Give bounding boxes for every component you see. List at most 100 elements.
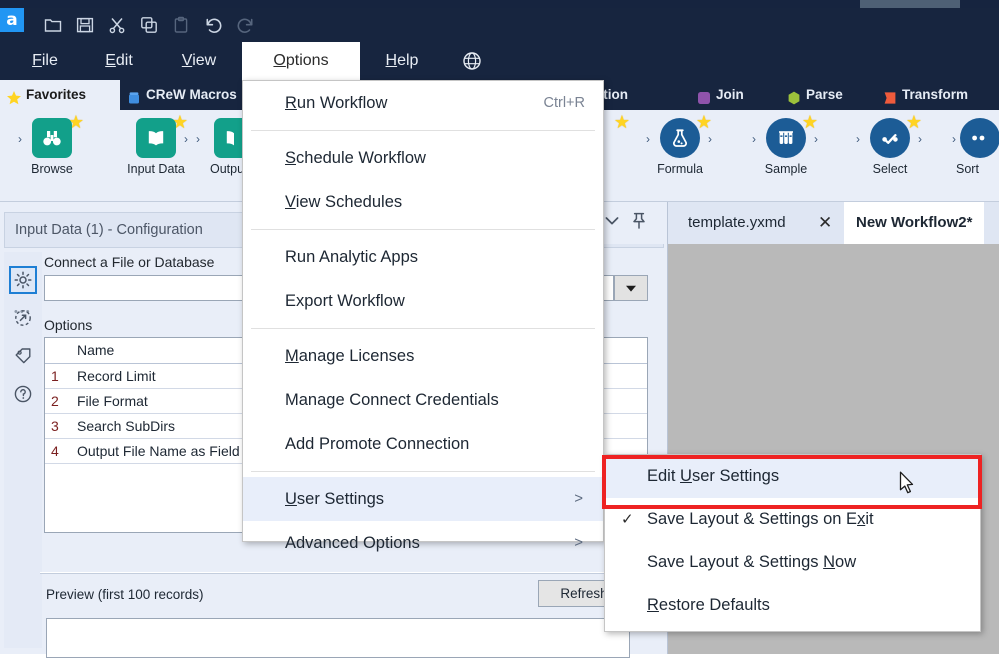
workflow-tab-new-workflow2[interactable]: New Workflow2* (844, 202, 984, 244)
save-icon[interactable] (72, 12, 98, 38)
chevron-right-icon: › (18, 132, 22, 146)
tool-sample-label: Sample (742, 162, 830, 176)
row-number: 2 (45, 388, 71, 413)
redo-icon[interactable] (232, 12, 258, 38)
copy-icon[interactable] (136, 12, 162, 38)
hexagon-icon (786, 87, 802, 103)
menu-item-user-settings-label: ser Settings (297, 490, 384, 508)
config-panel-iconbar: ••• (4, 252, 42, 648)
submenu-item-edit-user-settings-label: ser Settings (692, 467, 779, 485)
gear-icon[interactable] (9, 266, 37, 294)
submenu-item-save-layout-on-exit[interactable]: ✓ Save Layout & Settings on Exit (605, 498, 980, 541)
menu-bar: File Edit View Options Help (0, 42, 999, 80)
menu-item-user-settings[interactable]: User Settings > (243, 477, 603, 521)
paste-icon[interactable] (168, 12, 194, 38)
tool-select[interactable]: › › ★ Select (846, 118, 934, 176)
globe-icon[interactable] (452, 42, 492, 80)
row-number: 1 (45, 363, 71, 388)
preview-label: Preview (first 100 records) (46, 587, 204, 602)
chevron-right-icon-2: › (918, 132, 922, 146)
flask-icon (660, 118, 700, 158)
menu-help[interactable]: Help (366, 42, 438, 80)
undo-icon[interactable] (200, 12, 226, 38)
app-logo-icon: a (0, 8, 24, 32)
chevron-right-icon-2: › (708, 132, 712, 146)
binoculars-icon (32, 118, 72, 158)
menu-view[interactable]: View (164, 42, 234, 80)
tab-parse-label: Parse (806, 87, 843, 102)
workflow-tab-template[interactable]: template.yxmd (676, 202, 798, 244)
menu-item-run-analytic-apps[interactable]: Run Analytic Apps (243, 235, 603, 279)
tool-sample[interactable]: › › ★ Sample (742, 118, 830, 176)
menu-separator (251, 130, 595, 131)
pin-icon[interactable] (630, 211, 648, 236)
tab-transform[interactable]: Transform (876, 80, 999, 110)
tool-formula[interactable]: › › ★ Formula (636, 118, 724, 176)
menu-item-run-workflow[interactable]: Run Workflow Ctrl+R (243, 81, 603, 125)
menu-separator (251, 471, 595, 472)
connect-dropdown-button[interactable] (614, 275, 648, 301)
menu-item-run-analytic-apps-label: Run Analytic Apps (285, 248, 418, 266)
book-icon (136, 118, 176, 158)
chevron-right-icon: › (196, 132, 200, 146)
submenu-item-edit-user-settings[interactable]: Edit User Settings (605, 455, 980, 498)
chevron-right-icon: › (184, 132, 188, 146)
menu-item-manage-licenses[interactable]: Manage Licenses (243, 334, 603, 378)
preview-results-area[interactable] (46, 618, 630, 658)
run-arrow-icon[interactable] (9, 304, 37, 332)
chevron-right-icon: › (752, 132, 756, 146)
user-settings-submenu: Edit User Settings ✓ Save Layout & Setti… (604, 454, 981, 632)
menu-item-schedule-workflow-label: chedule Workflow (296, 149, 426, 167)
help-icon[interactable] (9, 380, 37, 408)
menu-item-add-promote-connection[interactable]: Add Promote Connection (243, 422, 603, 466)
tool-browse[interactable]: › ★ Browse (8, 118, 96, 176)
menu-item-view-schedules[interactable]: View Schedules (243, 180, 603, 224)
tool-input-data[interactable]: › ★ Input Data (112, 118, 200, 176)
chevron-down-icon[interactable] (604, 214, 620, 232)
menu-edit[interactable]: Edit (86, 42, 152, 80)
menu-separator (251, 229, 595, 230)
panel-header-controls (600, 202, 668, 244)
tool-browse-label: Browse (8, 162, 96, 176)
submenu-item-save-layout-now[interactable]: Save Layout & Settings Now (605, 541, 980, 584)
tool-select-label: Select (846, 162, 934, 176)
row-number: 4 (45, 438, 71, 463)
window-control-region-2 (900, 0, 960, 8)
open-icon[interactable] (40, 12, 66, 38)
menu-item-export-workflow-label: Export Workflow (285, 292, 405, 310)
tab-parse[interactable]: Parse (780, 80, 870, 110)
star-icon (6, 87, 22, 103)
tab-favorites-label: Favorites (26, 87, 86, 102)
menu-item-manage-connect-credentials[interactable]: Manage Connect Credentials (243, 378, 603, 422)
cut-icon[interactable] (104, 12, 130, 38)
submenu-item-restore-defaults[interactable]: Restore Defaults (605, 584, 980, 627)
tab-join[interactable]: Join (690, 80, 770, 110)
tab-crew-macros-label: CReW Macros (146, 87, 237, 102)
select-check-icon (870, 118, 910, 158)
menu-item-manage-connect-credentials-label: Manage Connect Credentials (285, 391, 499, 409)
menu-item-run-workflow-shortcut: Ctrl+R (544, 81, 586, 125)
menu-separator (251, 328, 595, 329)
row-number: 3 (45, 413, 71, 438)
tool-sort-label: Sort (948, 162, 999, 176)
menu-item-export-workflow[interactable]: Export Workflow (243, 279, 603, 323)
sort-icon (960, 118, 999, 158)
window-control-region (860, 0, 900, 8)
menu-item-advanced-options[interactable]: Advanced Options > (243, 521, 603, 565)
chevron-right-icon: › (856, 132, 860, 146)
workflow-tab-close-icon[interactable]: ✕ (818, 202, 832, 244)
title-bar (0, 0, 999, 8)
menu-file[interactable]: File (14, 42, 76, 80)
menu-item-advanced-options-label: Advanced Options (285, 534, 420, 552)
tab-favorites[interactable]: Favorites (0, 80, 120, 110)
menu-item-schedule-workflow[interactable]: Schedule Workflow (243, 136, 603, 180)
menu-options[interactable]: Options (242, 42, 360, 80)
tab-transform-label: Transform (902, 87, 968, 102)
tab-join-label: Join (716, 87, 744, 102)
menu-item-manage-licenses-label: anage Licenses (299, 347, 415, 365)
tool-sort[interactable]: › Sort (948, 118, 999, 176)
quick-access-toolbar: a (0, 8, 999, 42)
chevron-right-icon-2: › (814, 132, 818, 146)
tag-icon[interactable] (9, 342, 37, 370)
submenu-arrow-icon: > (574, 521, 583, 565)
